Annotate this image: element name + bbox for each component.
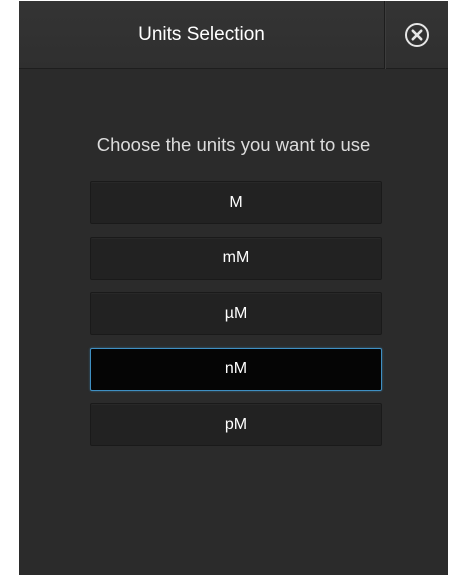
unit-option-label: M: [229, 193, 243, 211]
unit-options-list: M mM µM nM pM: [90, 181, 382, 459]
instructions-text: Choose the units you want to use: [96, 134, 371, 155]
unit-option-um[interactable]: µM: [90, 292, 382, 335]
unit-option-nm[interactable]: nM: [90, 347, 382, 391]
unit-option-label: pM: [224, 415, 248, 433]
dialog-header: Units Selection: [19, 1, 448, 69]
dialog-title: Units Selection: [138, 24, 265, 45]
close-button[interactable]: [384, 1, 448, 69]
unit-option-mm[interactable]: mM: [90, 236, 382, 280]
unit-option-label: mM: [222, 249, 250, 266]
unit-option-label: µM: [224, 304, 248, 322]
close-icon: [404, 23, 429, 47]
unit-option-pm[interactable]: pM: [90, 403, 382, 446]
units-selection-dialog: Units Selection Choose the units you wan…: [19, 1, 448, 575]
unit-option-m[interactable]: M: [90, 181, 382, 224]
unit-option-label: nM: [224, 360, 248, 377]
